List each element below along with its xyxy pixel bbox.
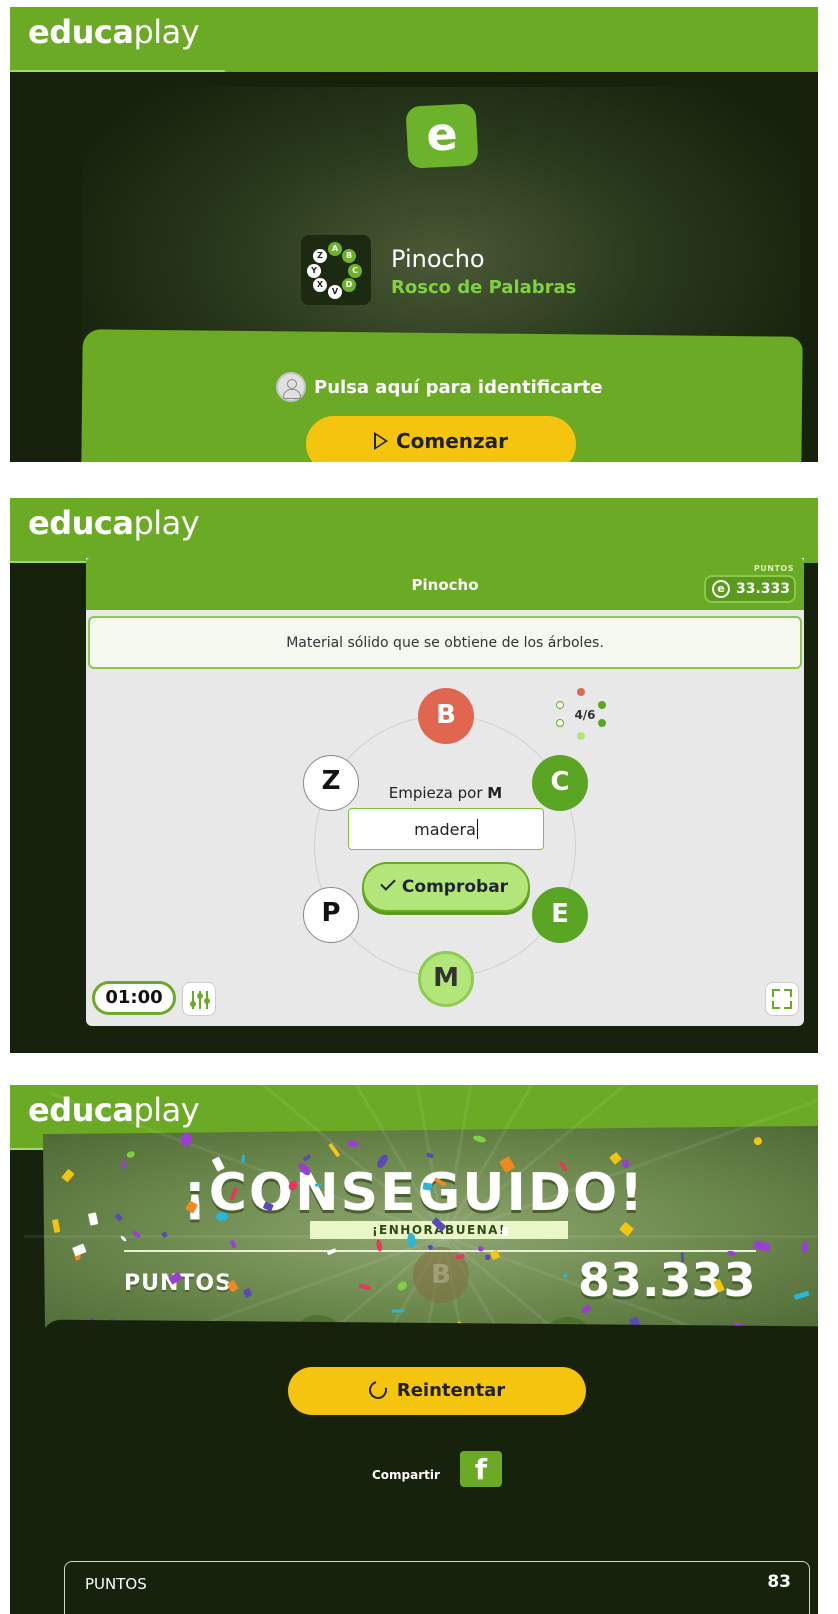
answer-text: madera	[414, 820, 476, 839]
confetti-piece	[240, 1155, 245, 1164]
logo-bold-text: educa	[28, 504, 134, 542]
progress-dot	[577, 688, 585, 696]
letter-p-pending: P	[303, 887, 359, 943]
fullscreen-button[interactable]	[765, 982, 799, 1016]
icon-dot: Z	[313, 249, 327, 263]
points-counter: e 33.333	[704, 575, 796, 603]
settings-button[interactable]	[182, 982, 216, 1016]
check-button[interactable]: Comprobar	[362, 862, 530, 912]
progress-count: 4/6	[574, 708, 596, 722]
answer-input[interactable]: madera	[348, 808, 544, 850]
icon-dot: Y	[307, 264, 321, 278]
coin-icon: e	[712, 580, 730, 598]
clue-box: Material sólido que se obtiene de los ár…	[88, 616, 802, 669]
check-label: Comprobar	[401, 877, 509, 897]
confetti-piece	[422, 1182, 433, 1191]
retry-label: Reintentar	[396, 1380, 506, 1401]
score-divider	[124, 1250, 756, 1252]
game-title: Pinocho	[391, 245, 485, 273]
game-type: Rosco de Palabras	[391, 277, 577, 298]
top-bar: educaplay	[10, 498, 818, 563]
logo-bold-text: educa	[28, 1091, 134, 1129]
timer: 01:00	[92, 981, 176, 1015]
top-bar: educaplay	[10, 7, 818, 72]
points-value: 33.333	[736, 581, 791, 597]
score-summary-row: PUNTOS 83	[64, 1561, 810, 1614]
facebook-icon[interactable]: f	[460, 1451, 502, 1487]
icon-dot: A	[328, 242, 342, 256]
user-icon	[276, 372, 306, 402]
logo-light-text: play	[133, 504, 200, 542]
icon-dot: X	[313, 278, 327, 292]
start-button[interactable]: Comenzar	[306, 416, 576, 462]
retry-icon	[365, 1377, 391, 1403]
text-caret	[476, 819, 478, 839]
letter-prompt: Empieza por M	[348, 784, 543, 802]
letter-e-correct: E	[532, 887, 588, 943]
share-label: Compartir	[372, 1468, 440, 1482]
icon-dot: B	[342, 249, 356, 263]
success-headline: ¡CONSEGUIDO!	[183, 1163, 645, 1223]
educaplay-logo[interactable]: educaplay	[28, 504, 200, 542]
confetti-piece	[502, 1226, 509, 1237]
logo-underline	[10, 70, 225, 72]
result-screen: educaplay B ¡CONSEGUIDO! ¡ENHORABUENA! P…	[10, 1085, 818, 1614]
game-header-title: Pinocho	[411, 576, 479, 594]
letter-z-pending: Z	[303, 755, 359, 811]
logo-light-text: play	[133, 13, 200, 51]
icon-dot: V	[328, 285, 342, 299]
icon-dot: C	[348, 264, 362, 278]
progress-dot	[577, 732, 585, 740]
logo-light-text: play	[133, 1091, 200, 1129]
summary-value: 83	[767, 1572, 791, 1592]
educaplay-logo[interactable]: educaplay	[28, 1091, 200, 1129]
login-link[interactable]: Pulsa aquí para identificarte	[276, 372, 603, 402]
icon-dot: D	[342, 278, 356, 292]
educaplay-e-icon: e	[405, 103, 479, 169]
progress-dot	[556, 719, 564, 727]
game-screen: educaplay Pinocho PUNTOS e 33.333 Materi…	[10, 498, 818, 1053]
retry-button[interactable]: Reintentar	[288, 1367, 586, 1415]
progress-dot	[556, 701, 564, 709]
start-label: Comenzar	[395, 429, 509, 453]
prompt-prefix: Empieza por	[388, 784, 483, 802]
intro-screen: educaplay e Z A B C D V X Y Pinocho Rosc…	[10, 7, 818, 462]
confetti-piece	[801, 1241, 808, 1253]
letter-m-current: M	[418, 951, 474, 1007]
points-label: PUNTOS	[753, 564, 794, 573]
confetti-piece	[315, 1182, 323, 1187]
word-wheel-icon: Z A B C D V X Y	[301, 235, 371, 305]
play-icon	[373, 432, 388, 450]
confetti-piece	[215, 1211, 228, 1221]
summary-label: PUNTOS	[85, 1575, 147, 1593]
prompt-letter: M	[487, 784, 503, 802]
letter-b-wrong: B	[418, 688, 474, 744]
game-header: Pinocho PUNTOS e 33.333	[86, 558, 804, 610]
score-value: 83.333	[578, 1253, 756, 1307]
check-icon	[380, 875, 396, 891]
logo-bold-text: educa	[28, 13, 134, 51]
login-label: Pulsa aquí para identificarte	[314, 376, 603, 398]
letter-c-correct: C	[532, 755, 588, 811]
educaplay-logo[interactable]: educaplay	[28, 13, 200, 51]
